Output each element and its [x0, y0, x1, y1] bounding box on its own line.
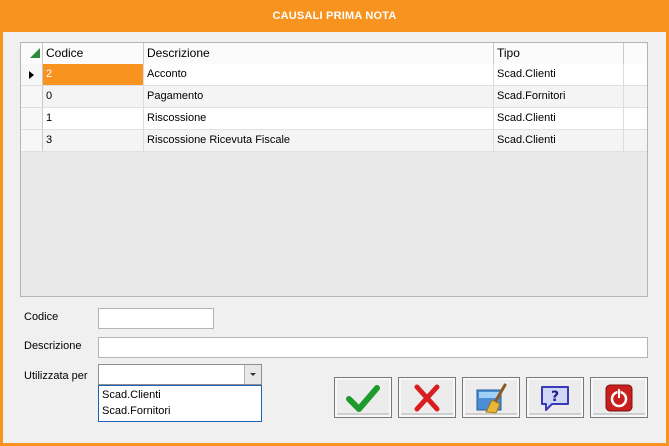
- check-icon: [346, 384, 380, 412]
- cell-tipo[interactable]: Scad.Clienti: [494, 130, 624, 151]
- chevron-down-icon: [250, 373, 256, 376]
- cell-descrizione[interactable]: Pagamento: [144, 86, 494, 107]
- table-row[interactable]: 0 Pagamento Scad.Fornitori: [21, 86, 647, 108]
- column-header-codice[interactable]: Codice: [43, 43, 144, 64]
- power-icon: [605, 384, 633, 411]
- cell-codice[interactable]: 3: [43, 130, 144, 151]
- help-icon: ?: [541, 385, 569, 411]
- select-all-corner[interactable]: [21, 43, 43, 64]
- cell-descrizione[interactable]: Riscossione Ricevuta Fiscale: [144, 130, 494, 151]
- cell-tipo[interactable]: Scad.Clienti: [494, 64, 624, 85]
- option-scad-clienti[interactable]: Scad.Clienti: [102, 388, 161, 403]
- table-row[interactable]: 2 Acconto Scad.Clienti: [21, 64, 647, 86]
- cell-codice[interactable]: 0: [43, 86, 144, 107]
- utilizzata-per-label: Utilizzata per: [24, 370, 88, 382]
- x-icon: [414, 384, 440, 411]
- descrizione-label: Descrizione: [24, 340, 82, 352]
- codice-label: Codice: [24, 311, 59, 323]
- cell-codice[interactable]: 1: [43, 108, 144, 129]
- row-selector[interactable]: [21, 108, 43, 129]
- codice-field[interactable]: [98, 308, 214, 329]
- column-header-tipo[interactable]: Tipo: [494, 43, 624, 64]
- grid-header: Codice Descrizione Tipo: [21, 43, 647, 65]
- descrizione-field[interactable]: [98, 337, 648, 358]
- cell-tipo[interactable]: Scad.Clienti: [494, 108, 624, 129]
- row-selector[interactable]: [21, 64, 43, 85]
- exit-button[interactable]: [590, 377, 648, 418]
- row-selector[interactable]: [21, 130, 43, 151]
- dropdown-button[interactable]: [244, 365, 261, 384]
- cell-descrizione[interactable]: Acconto: [144, 64, 494, 85]
- cell-descrizione[interactable]: Riscossione: [144, 108, 494, 129]
- current-row-arrow-icon: [29, 71, 34, 79]
- option-scad-fornitori[interactable]: Scad.Fornitori: [102, 404, 170, 419]
- confirm-button[interactable]: [334, 377, 392, 418]
- table-row[interactable]: 3 Riscossione Ricevuta Fiscale Scad.Clie…: [21, 130, 647, 152]
- utilizzata-per-select[interactable]: [98, 364, 262, 385]
- cell-codice[interactable]: 2: [43, 64, 144, 85]
- cell-tipo[interactable]: Scad.Fornitori: [494, 86, 624, 107]
- svg-text:?: ?: [551, 389, 559, 405]
- window-title: CAUSALI PRIMA NOTA: [0, 0, 669, 32]
- clean-button[interactable]: [462, 377, 520, 418]
- help-button[interactable]: ?: [526, 377, 584, 418]
- table-row[interactable]: 1 Riscossione Scad.Clienti: [21, 108, 647, 130]
- corner-triangle-icon: [30, 48, 40, 58]
- broom-icon: [476, 383, 507, 414]
- row-selector[interactable]: [21, 86, 43, 107]
- causali-grid[interactable]: Codice Descrizione Tipo 2 Acconto Scad.C…: [20, 42, 648, 297]
- column-header-descrizione[interactable]: Descrizione: [144, 43, 494, 64]
- utilizzata-per-dropdown-list: Scad.Clienti Scad.Fornitori: [98, 385, 262, 422]
- cancel-button[interactable]: [398, 377, 456, 418]
